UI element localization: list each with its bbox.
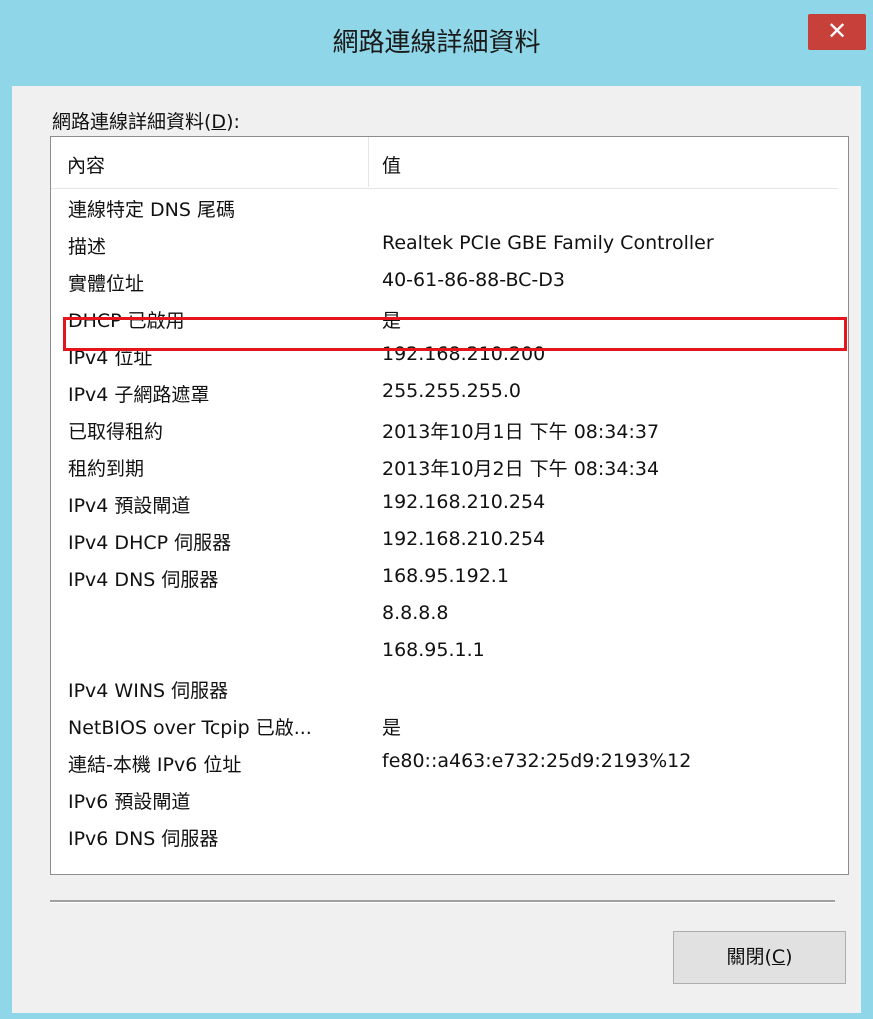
close-button-label: 關閉(	[726, 946, 772, 968]
dialog-title: 網路連線詳細資料	[332, 28, 541, 58]
property-value: 8.8.8.8	[382, 602, 449, 624]
property-name: IPv4 WINS 伺服器	[68, 680, 229, 702]
property-name: 已取得租約	[68, 421, 164, 443]
property-value: fe80::a463:e732:25d9:2193%12	[382, 750, 692, 772]
list-item[interactable]: 連結-本機 IPv6 位址 fe80::a463:e732:25d9:2193%…	[53, 744, 836, 781]
property-name: IPv4 子網路遮罩	[68, 384, 210, 406]
list-header: 內容 值	[51, 137, 838, 189]
close-button-suffix: )	[785, 946, 793, 968]
title-bar[interactable]: 網路連線詳細資料 ✕	[0, 0, 873, 86]
property-value: 2013年10月1日 下午 08:34:37	[382, 421, 660, 443]
details-label-text: 網路連線詳細資料(	[52, 111, 212, 133]
separator	[50, 900, 835, 903]
property-value: 168.95.192.1	[382, 565, 509, 587]
property-value: 192.168.210.254	[382, 491, 546, 513]
list-item[interactable]: 連線特定 DNS 尾碼	[53, 189, 836, 226]
property-value: 192.168.210.254	[382, 528, 546, 550]
property-name: IPv6 DNS 伺服器	[68, 828, 219, 850]
property-name: 描述	[68, 236, 107, 258]
list-item[interactable]: 168.95.1.1	[53, 633, 836, 670]
list-item[interactable]: IPv4 DNS 伺服器 168.95.192.1	[53, 559, 836, 596]
property-name: 實體位址	[68, 273, 145, 295]
list-item[interactable]: IPv6 DNS 伺服器	[53, 818, 836, 855]
column-divider[interactable]	[368, 137, 369, 187]
property-value: 255.255.255.0	[382, 380, 522, 402]
property-name: NetBIOS over Tcpip 已啟...	[68, 717, 312, 739]
property-name: 租約到期	[68, 458, 145, 480]
details-list[interactable]: 內容 值 連線特定 DNS 尾碼 描述 Realtek PCIe GBE Fam…	[50, 136, 849, 875]
list-item[interactable]: 租約到期 2013年10月2日 下午 08:34:34	[53, 448, 836, 485]
list-item[interactable]: IPv4 WINS 伺服器	[53, 670, 836, 707]
property-value: 2013年10月2日 下午 08:34:34	[382, 458, 660, 480]
property-value: 168.95.1.1	[382, 639, 485, 661]
property-value: Realtek PCIe GBE Family Controller	[382, 232, 714, 254]
details-label-suffix: ):	[226, 111, 240, 133]
property-name: IPv4 DNS 伺服器	[68, 569, 219, 591]
dialog-body: 網路連線詳細資料(D): 內容 值 連線特定 DNS 尾碼 描述 Realtek…	[12, 86, 861, 1013]
list-item[interactable]: IPv4 DHCP 伺服器 192.168.210.254	[53, 522, 836, 559]
close-button[interactable]: 關閉(C)	[673, 931, 846, 984]
list-item[interactable]: 實體位址 40-61-86-88-BC-D3	[53, 263, 836, 300]
column-header-property[interactable]: 內容	[67, 151, 105, 178]
list-item[interactable]: NetBIOS over Tcpip 已啟... 是	[53, 707, 836, 744]
list-item[interactable]: IPv4 子網路遮罩 255.255.255.0	[53, 374, 836, 411]
list-item[interactable]: IPv6 預設閘道	[53, 781, 836, 818]
list-item[interactable]: 已取得租約 2013年10月1日 下午 08:34:37	[53, 411, 836, 448]
property-value: 40-61-86-88-BC-D3	[382, 269, 565, 291]
network-details-dialog: 網路連線詳細資料 ✕ 網路連線詳細資料(D): 內容 值 連線特定 DNS 尾碼…	[0, 0, 873, 1019]
list-item[interactable]: IPv4 預設閘道 192.168.210.254	[53, 485, 836, 522]
close-icon[interactable]: ✕	[808, 14, 866, 50]
property-name: IPv4 DHCP 伺服器	[68, 532, 232, 554]
list-item[interactable]: 描述 Realtek PCIe GBE Family Controller	[53, 226, 836, 263]
property-name: 連結-本機 IPv6 位址	[68, 754, 242, 776]
property-name: IPv4 預設閘道	[68, 495, 191, 517]
column-header-value[interactable]: 值	[382, 151, 401, 178]
close-button-accelerator: C	[771, 946, 786, 968]
mac-address-highlight	[63, 317, 847, 351]
property-value: 是	[382, 717, 402, 739]
property-name: 連線特定 DNS 尾碼	[68, 199, 235, 221]
list-item[interactable]: 8.8.8.8	[53, 596, 836, 633]
details-label: 網路連線詳細資料(D):	[52, 107, 240, 134]
property-name: IPv6 預設閘道	[68, 791, 191, 813]
details-label-accelerator: D	[211, 111, 227, 133]
